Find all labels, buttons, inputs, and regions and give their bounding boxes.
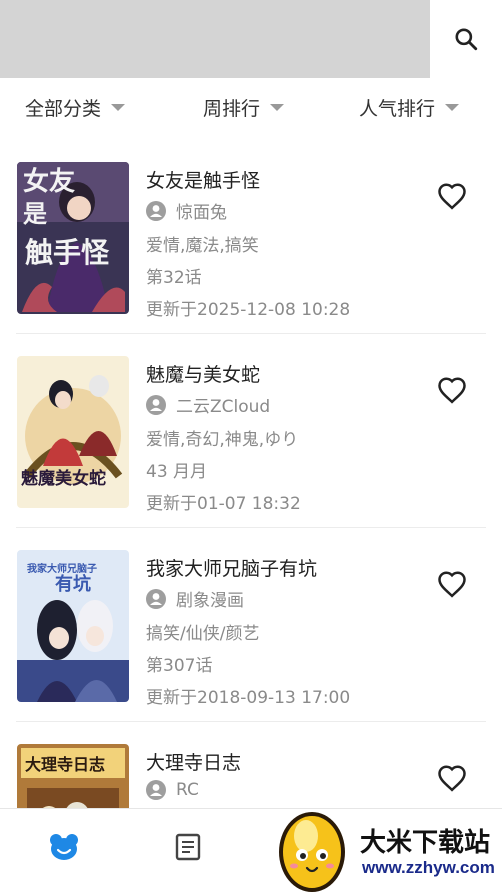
comic-title: 我家大师兄脑子有坑 [146,558,318,580]
watermark-logo: 大米下载站 www.zzhyw.com [270,800,502,892]
bear-icon [50,834,78,860]
filter-period[interactable]: 周排行 [203,94,285,121]
comic-tags: 爱情,魔法,搞笑 [146,236,259,256]
comic-chapter: 43 月月 [146,462,208,482]
comic-chapter: 第307话 [146,656,213,676]
comic-title: 魅魔与美女蛇 [146,364,261,386]
svg-text:是: 是 [23,200,47,228]
comic-cover[interactable]: 魅魔美女蛇 [17,356,129,508]
caret-down-icon [445,104,460,111]
comic-tags: 搞笑/仙侠/颜艺 [146,624,260,644]
person-icon [146,200,166,221]
filter-period-label: 周排行 [203,98,261,120]
filter-category-label: 全部分类 [25,98,102,120]
comic-updated: 更新于2018-09-13 17:00 [146,688,351,708]
comic-updated: 更新于01-07 18:32 [146,494,301,514]
search-field[interactable] [0,0,430,78]
comic-author-name: RC [176,780,199,800]
search-icon [455,28,478,51]
comic-author: 剧象漫画 [146,586,244,611]
person-icon [146,780,166,800]
comic-author: 惊面兔 [146,198,227,223]
comic-title: 大理寺日志 [146,752,242,774]
heart-outline-icon [438,571,466,598]
person-icon [146,394,166,415]
comic-tags: 爱情,奇幻,神鬼,ゆり [146,430,299,450]
top-bar [0,0,502,78]
comic-chapter: 第32话 [146,268,202,288]
comic-list-item[interactable]: 魅魔美女蛇 魅魔与美女蛇 二云ZCloud 爱情,奇幻,神鬼,ゆり 43 月月 … [0,334,502,528]
comic-list-item[interactable]: 我家大师兄脑子 有坑 我家大师兄脑子有坑 剧象漫画 搞笑/仙侠/颜艺 第307话… [0,528,502,722]
filter-bar: 全部分类 周排行 人气排行 [0,78,502,132]
filter-sort-label: 人气排行 [359,98,436,120]
caret-down-icon [270,104,285,111]
search-button[interactable] [430,0,502,78]
cover-art-text: 魅魔美女蛇 [21,468,106,489]
heart-outline-icon [438,183,466,210]
comic-list-item[interactable]: 女友 是 触手怪 女友是触手怪 惊面兔 爱情,魔法,搞笑 第32话 更新于202… [0,140,502,334]
heart-outline-icon [438,765,466,792]
comic-title: 女友是触手怪 [146,170,261,192]
svg-text:触手怪: 触手怪 [25,236,110,269]
comic-updated: 更新于2025-12-08 10:28 [146,300,351,320]
tab-home[interactable] [44,827,84,867]
cover-art-text: 女友 [23,166,75,197]
watermark-name: 大米下载站 [360,828,491,858]
comic-author-name: 惊面兔 [176,203,227,223]
comic-author-name: 剧象漫画 [176,591,244,611]
comic-author: 二云ZCloud [146,392,270,417]
egg-mascot-icon [279,812,345,892]
person-icon [146,588,166,609]
comic-author-name: 二云ZCloud [176,397,271,417]
favorite-button[interactable] [434,178,470,214]
caret-down-icon [111,104,126,111]
tab-list[interactable] [168,827,208,867]
document-icon [175,833,201,861]
favorite-button[interactable] [434,760,470,796]
svg-text:有坑: 有坑 [55,573,91,595]
comic-cover[interactable]: 我家大师兄脑子 有坑 [17,550,129,702]
filter-category[interactable]: 全部分类 [25,94,126,121]
cover-art-text: 大理寺日志 [25,755,105,774]
favorite-button[interactable] [434,372,470,408]
comic-author: RC [146,780,199,800]
heart-outline-icon [438,377,466,404]
watermark-url: www.zzhyw.com [362,858,495,877]
filter-sort[interactable]: 人气排行 [359,94,460,121]
favorite-button[interactable] [434,566,470,602]
comic-cover[interactable]: 女友 是 触手怪 [17,162,129,314]
